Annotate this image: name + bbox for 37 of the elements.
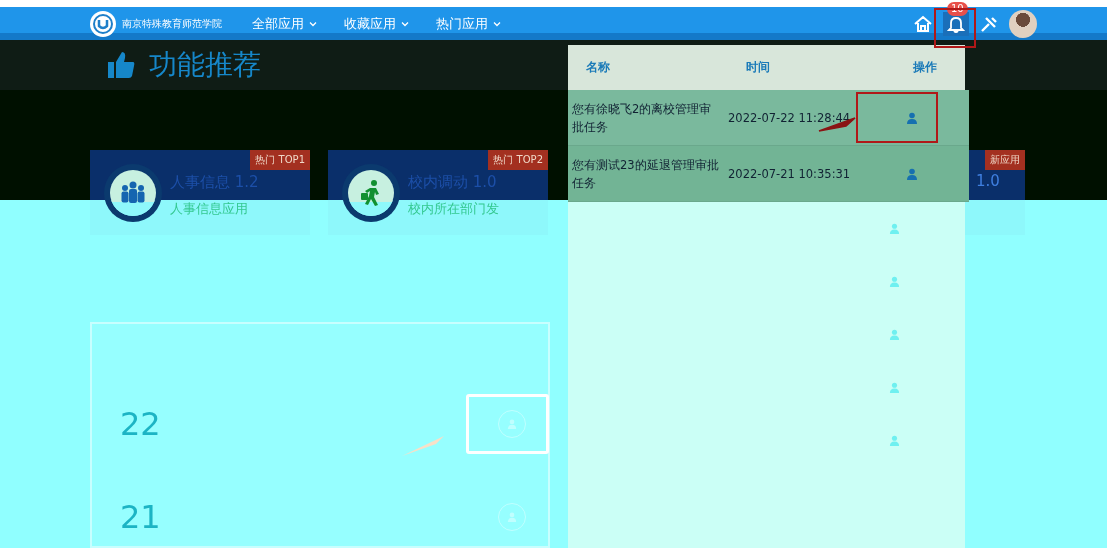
person-icon[interactable] [889, 381, 900, 394]
app-description: 人事信息应用 [170, 200, 249, 218]
app-title: 校内调动 1.0 [408, 173, 498, 192]
approve-icon[interactable] [905, 167, 918, 180]
app-title: 人事信息 1.2 [170, 173, 259, 192]
approve-icon[interactable] [905, 111, 918, 124]
person-icon[interactable] [889, 328, 900, 341]
task-time: 2022-07-21 10:35:31 [727, 166, 851, 181]
task-time: 2022-07-22 11:28:44 [727, 110, 851, 125]
app-card[interactable]: 热门 TOP2 校内调动 1.0 校内所在部门发 [328, 150, 548, 235]
column-header: 时间 [746, 59, 771, 76]
task-name: 您有徐晓飞2的离校管理审批任务 [572, 100, 713, 136]
home-icon[interactable] [913, 13, 933, 34]
school-name: 南京特殊教育师范学院 [122, 16, 222, 31]
person-icon[interactable] [889, 434, 900, 447]
section-title: 功能推荐 [149, 47, 261, 83]
app-card[interactable]: 热门 TOP1 人事信息 1.2 人事信息应用 [90, 150, 310, 235]
app-description: 校内所在部门发 [408, 200, 499, 218]
thumbs-up-icon [105, 50, 137, 80]
nav-menu[interactable]: 热门应用 [436, 14, 502, 33]
task-day: 22 [120, 404, 161, 443]
user-avatar[interactable] [1009, 9, 1037, 38]
column-header: 操作 [912, 59, 937, 76]
task-day: 21 [120, 497, 161, 536]
app-title: 1.0 [976, 172, 1000, 190]
card-tag: 热门 TOP2 [488, 150, 548, 170]
nav-menu[interactable]: 全部应用 [252, 14, 318, 33]
card-tag: 热门 TOP1 [250, 150, 310, 170]
task-name: 您有测试23的延退管理审批任务 [572, 156, 720, 192]
person-icon[interactable] [507, 511, 517, 522]
school-logo[interactable] [90, 10, 116, 37]
person-icon[interactable] [889, 275, 900, 288]
nav-menu[interactable]: 收藏应用 [344, 14, 410, 33]
person-icon[interactable] [889, 222, 900, 235]
column-header: 名称 [586, 59, 611, 76]
person-icon[interactable] [507, 418, 517, 429]
card-tag: 新应用 [985, 150, 1025, 170]
